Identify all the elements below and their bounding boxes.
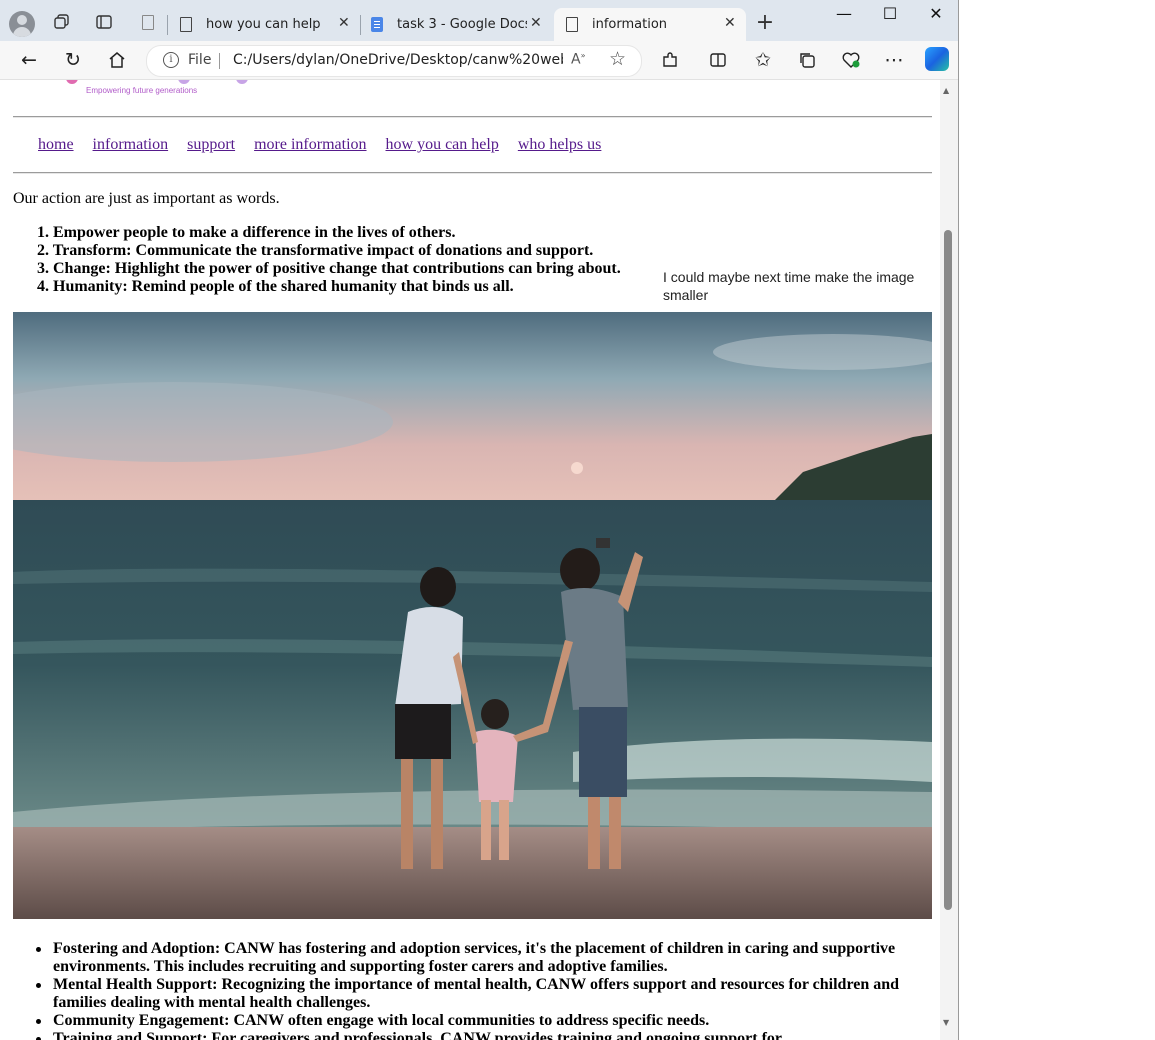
extensions-icon[interactable] xyxy=(657,47,683,73)
tab-title: information xyxy=(592,17,668,32)
comment-note: I could maybe next time make the image s… xyxy=(663,269,915,303)
browser-toolbar: ← ↻ i File C:/Users/dylan/OneDrive/Deskt… xyxy=(0,41,958,80)
read-aloud-icon[interactable]: A» xyxy=(571,51,585,68)
site-navigation: home information support more informatio… xyxy=(38,136,616,154)
favorites-icon[interactable]: ✩ xyxy=(750,47,776,73)
beach-sunset-image xyxy=(13,312,932,919)
goals-list: 1. Empower people to make a difference i… xyxy=(37,224,621,296)
tab-separator xyxy=(167,15,168,35)
tab-title: task 3 - Google Docs xyxy=(397,17,527,32)
services-list: Fostering and Adoption: CANW has fosteri… xyxy=(36,940,923,1040)
intro-text: Our action are just as important as word… xyxy=(13,190,280,207)
logo xyxy=(60,80,250,84)
home-icon xyxy=(109,52,125,68)
scroll-down-arrow-icon[interactable]: ▼ xyxy=(943,1018,949,1027)
split-screen-icon[interactable] xyxy=(705,47,731,73)
settings-more-icon[interactable]: ⋯ xyxy=(881,47,907,73)
vertical-scrollbar[interactable]: ▲ ▼ xyxy=(940,80,958,1040)
close-icon[interactable]: ✕ xyxy=(338,15,350,31)
tab-actions-icon[interactable] xyxy=(90,8,118,36)
browser-window: how you can help ✕ task 3 - Google Docs … xyxy=(0,0,959,1040)
close-icon[interactable]: ✕ xyxy=(724,15,736,31)
page-icon xyxy=(180,17,192,32)
page-content: Empowering future generations home infor… xyxy=(0,80,942,1040)
nav-link-information[interactable]: information xyxy=(93,136,169,153)
close-window-button[interactable]: ✕ xyxy=(921,4,951,23)
info-icon[interactable]: i xyxy=(163,52,179,68)
refresh-button[interactable]: ↻ xyxy=(60,47,86,73)
service-item: Training and Support: For caregivers and… xyxy=(36,1030,923,1040)
maximize-button[interactable]: ☐ xyxy=(875,4,905,23)
tab-title: how you can help xyxy=(206,17,321,32)
new-tab-button[interactable]: + xyxy=(751,8,779,36)
url-text[interactable]: C:/Users/dylan/OneDrive/Desktop/canw%20w… xyxy=(233,52,563,68)
goal-item: 1. Empower people to make a difference i… xyxy=(37,224,456,241)
goal-item: 4. Humanity: Remind people of the shared… xyxy=(37,278,514,295)
service-item: Fostering and Adoption: CANW has fosteri… xyxy=(36,940,923,976)
family-beach-photo xyxy=(13,312,932,919)
collections-icon[interactable] xyxy=(794,47,820,73)
divider-bottom xyxy=(13,172,932,174)
browser-essentials-icon[interactable] xyxy=(838,47,864,73)
workspaces-icon[interactable] xyxy=(48,8,76,36)
scroll-up-arrow-icon[interactable]: ▲ xyxy=(943,86,949,95)
nav-link-support[interactable]: support xyxy=(187,136,235,153)
tab-information[interactable]: information ✕ xyxy=(554,8,746,41)
back-button[interactable]: ← xyxy=(16,47,42,73)
tab-separator xyxy=(360,15,361,35)
nav-link-home[interactable]: home xyxy=(38,136,74,153)
page-icon xyxy=(566,17,578,32)
nav-link-how-you-can-help[interactable]: how you can help xyxy=(386,136,499,153)
pinned-page-icon[interactable] xyxy=(134,8,162,36)
tab-strip: how you can help ✕ task 3 - Google Docs … xyxy=(0,0,958,41)
copilot-icon[interactable] xyxy=(925,47,949,71)
nav-link-more-information[interactable]: more information xyxy=(254,136,366,153)
home-button[interactable] xyxy=(104,47,130,73)
tab-google-docs[interactable]: task 3 - Google Docs ✕ xyxy=(362,8,550,41)
address-bar[interactable]: i File C:/Users/dylan/OneDrive/Desktop/c… xyxy=(146,45,642,77)
service-item: Mental Health Support: Recognizing the i… xyxy=(36,976,923,1012)
divider-top xyxy=(13,116,932,118)
scrollbar-thumb[interactable] xyxy=(944,230,952,910)
address-divider xyxy=(219,53,220,69)
logo-tagline: Empowering future generations xyxy=(86,86,198,95)
tab-how-you-can-help[interactable]: how you can help ✕ xyxy=(170,8,358,41)
goal-item: 3. Change: Highlight the power of positi… xyxy=(37,260,621,277)
profile-avatar[interactable] xyxy=(9,11,35,37)
google-docs-icon xyxy=(371,17,383,32)
minimize-button[interactable]: — xyxy=(829,4,859,23)
close-icon[interactable]: ✕ xyxy=(530,15,542,31)
nav-link-who-helps-us[interactable]: who helps us xyxy=(518,136,602,153)
scheme-label: File xyxy=(188,52,212,68)
favorite-star-icon[interactable]: ☆ xyxy=(609,48,626,70)
service-item: Community Engagement: CANW often engage … xyxy=(36,1012,923,1030)
goal-item: 2. Transform: Communicate the transforma… xyxy=(37,242,594,259)
